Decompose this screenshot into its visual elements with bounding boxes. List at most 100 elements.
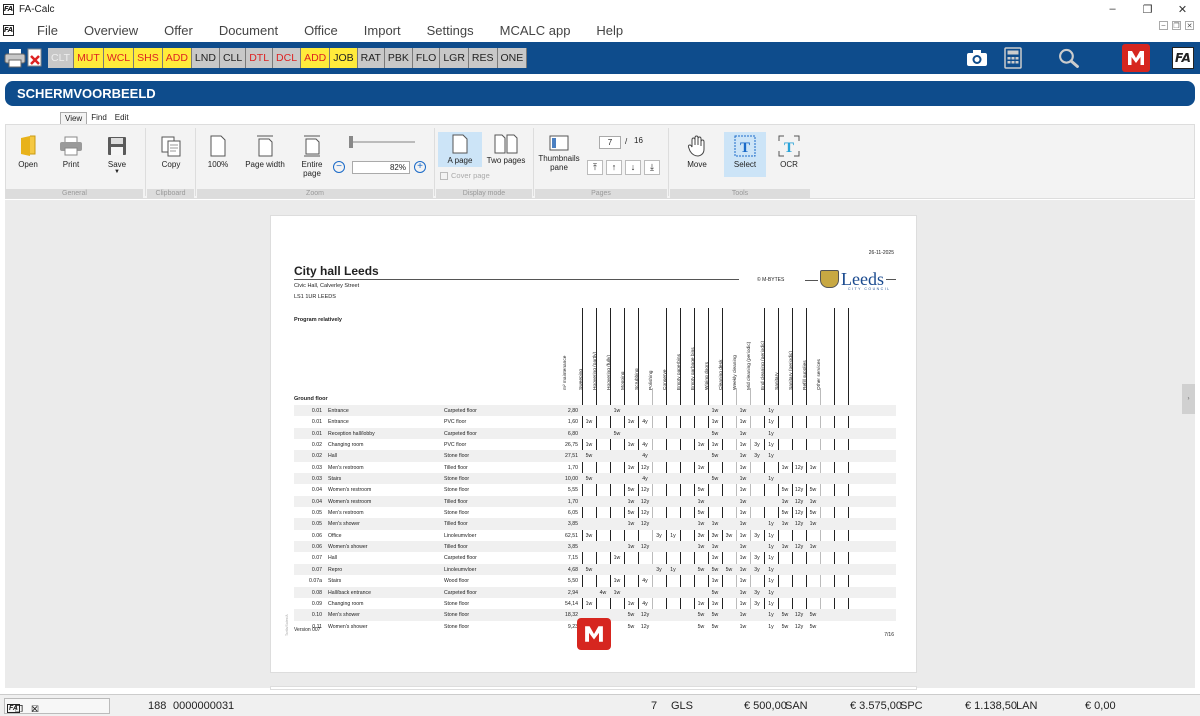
minimized-window-tab[interactable]: FA ❐ ☐ ✕ [4,698,110,714]
zoom-out-icon[interactable]: − [333,161,345,173]
module-tab-shs[interactable]: SHS [134,48,163,68]
menu-settings[interactable]: Settings [414,23,487,38]
module-tab-pbk[interactable]: PBK [384,48,413,68]
floor-type: Tilled floor [444,544,468,551]
print-button[interactable]: Print [56,134,86,169]
save-button[interactable]: Save ▼ [94,134,140,175]
child-minimize-icon[interactable]: – [1159,21,1168,30]
table-row: 0.06 Women's shower Tilled floor 3,85 1w 12y 1… [294,541,896,553]
module-tab-add[interactable]: ADD [162,48,192,68]
mcalc-logo-icon[interactable] [1122,44,1150,72]
frequency-cell: 1w [711,600,719,607]
frequency-cell: 5w [613,430,621,437]
module-tab-dcl[interactable]: DCL [273,48,302,68]
table-row: 0.07a Stairs Wood floor 5,50 1w 4y 1w 1w 1y [294,575,896,586]
menu-offer[interactable]: Offer [151,23,206,38]
menu-file[interactable]: File [24,23,71,38]
table-row: 0.05 Men's shower Tilled floor 3,85 1w 12y 1w 1… [294,518,896,530]
side-reference: Tarifa/Sales/A [285,614,289,636]
area-m2: 5,50 [567,578,578,585]
module-tab-cll[interactable]: CLL [219,48,247,68]
calculator-icon[interactable] [1002,47,1024,69]
vertical-scrollbar[interactable]: › [1182,384,1195,414]
zoom-input[interactable]: 82% [352,161,410,174]
camera-icon[interactable] [966,47,988,69]
room-code: 0.06 [311,532,322,539]
group-label-display-mode: Display mode [436,189,532,198]
module-tab-wcl[interactable]: WCL [103,48,135,68]
menu-overview[interactable]: Overview [71,23,151,38]
menu-document[interactable]: Document [206,23,291,38]
menu-mcalc-app[interactable]: MCALC app [487,23,584,38]
tab-edit[interactable]: Edit [111,112,133,124]
menu-office[interactable]: Office [291,23,351,38]
floor-type: Stone floor [444,510,470,517]
tab-restore-icon[interactable]: ❐ [15,704,23,715]
close-button[interactable]: ✕ [1165,0,1200,18]
last-page-icon[interactable]: ⤓ [644,160,660,175]
zoom-slider[interactable] [349,136,415,148]
room-name: Changing room [328,600,364,607]
tab-close-icon[interactable]: ✕ [31,704,39,715]
previous-page-icon[interactable]: ↑ [606,160,622,175]
room-name: Reception hall/lobby [328,430,375,437]
entire-page-button[interactable]: Entire page [294,134,330,178]
menu-import[interactable]: Import [351,23,414,38]
select-button[interactable]: T Select [724,132,766,177]
module-tab-res[interactable]: RES [468,48,498,68]
ocr-button[interactable]: T OCR [776,134,802,169]
copy-button[interactable]: Copy [157,134,185,169]
fa-logo-button[interactable]: FA [1172,47,1194,69]
floor-type: Carpeted floor [444,408,477,414]
frequency-cell: 1y [768,600,774,607]
chevron-down-icon[interactable]: ▼ [114,169,120,175]
frequency-cell: 1w [627,600,635,607]
floor-type: PVC floor [444,442,467,449]
module-tab-lgr[interactable]: LGR [440,48,469,68]
printer-icon[interactable] [4,47,26,69]
frequency-cell: 1w [613,589,621,596]
page-width-button[interactable]: Page width [244,134,286,169]
module-tab-dtl[interactable]: DTL [246,48,274,68]
child-restore-icon[interactable]: ❐ [1172,21,1181,30]
checkbox-icon[interactable] [440,171,448,180]
menu-help[interactable]: Help [583,23,636,38]
restore-button[interactable]: ❐ [1130,0,1165,18]
module-tab-flo[interactable]: FLO [412,48,441,68]
module-tab-job[interactable]: JOB [330,48,358,68]
room-code: 0.04 [311,487,322,494]
module-tab-lnd[interactable]: LND [191,48,220,68]
document-viewer[interactable]: 26-11-2025 City hall Leeds Civic Hall, C… [5,200,1195,690]
frequency-cell: 12y [640,521,650,528]
table-row: 0.02 Changing room PVC floor 26,75 1w 1w 4y 1w 1… [294,439,896,450]
a-page-button[interactable]: A page [438,132,482,167]
zoom-in-icon[interactable]: + [414,161,426,173]
menu-logo-icon[interactable]: FA [3,24,14,36]
frequency-cell: 12y [794,623,804,630]
page-number-input[interactable]: 7 [599,136,621,149]
module-tab-rat[interactable]: RAT [357,48,385,68]
module-tab-add[interactable]: ADD [301,48,331,68]
search-icon[interactable] [1058,47,1080,69]
ribbon-separator [533,128,534,196]
child-close-icon[interactable]: ✕ [1185,21,1194,30]
next-page-icon[interactable]: ↓ [625,160,641,175]
thumbnails-pane-button[interactable]: Thumbnails pane [535,134,583,172]
module-tab-one[interactable]: ONE [497,48,528,68]
cover-page-checkbox[interactable]: Cover page [440,171,490,180]
two-pages-button[interactable]: Two pages [486,134,526,165]
tab-view[interactable]: View [60,112,88,124]
logo-name: Leeds [841,269,884,289]
zoom-slider-thumb[interactable] [349,136,353,148]
minimize-button[interactable]: – [1095,0,1130,18]
area-m2: 27,51 [565,453,578,460]
module-tab-mut[interactable]: MUT [74,48,104,68]
frequency-cell: 1w [627,419,635,426]
tab-find[interactable]: Find [87,112,111,124]
first-page-icon[interactable]: ⤒ [587,160,603,175]
move-button[interactable]: Move [684,134,710,169]
open-button[interactable]: Open [14,134,42,169]
close-document-icon[interactable] [26,47,44,69]
zoom-100-button[interactable]: 100% [205,134,231,169]
module-tab-clt[interactable]: CLT [48,48,75,68]
